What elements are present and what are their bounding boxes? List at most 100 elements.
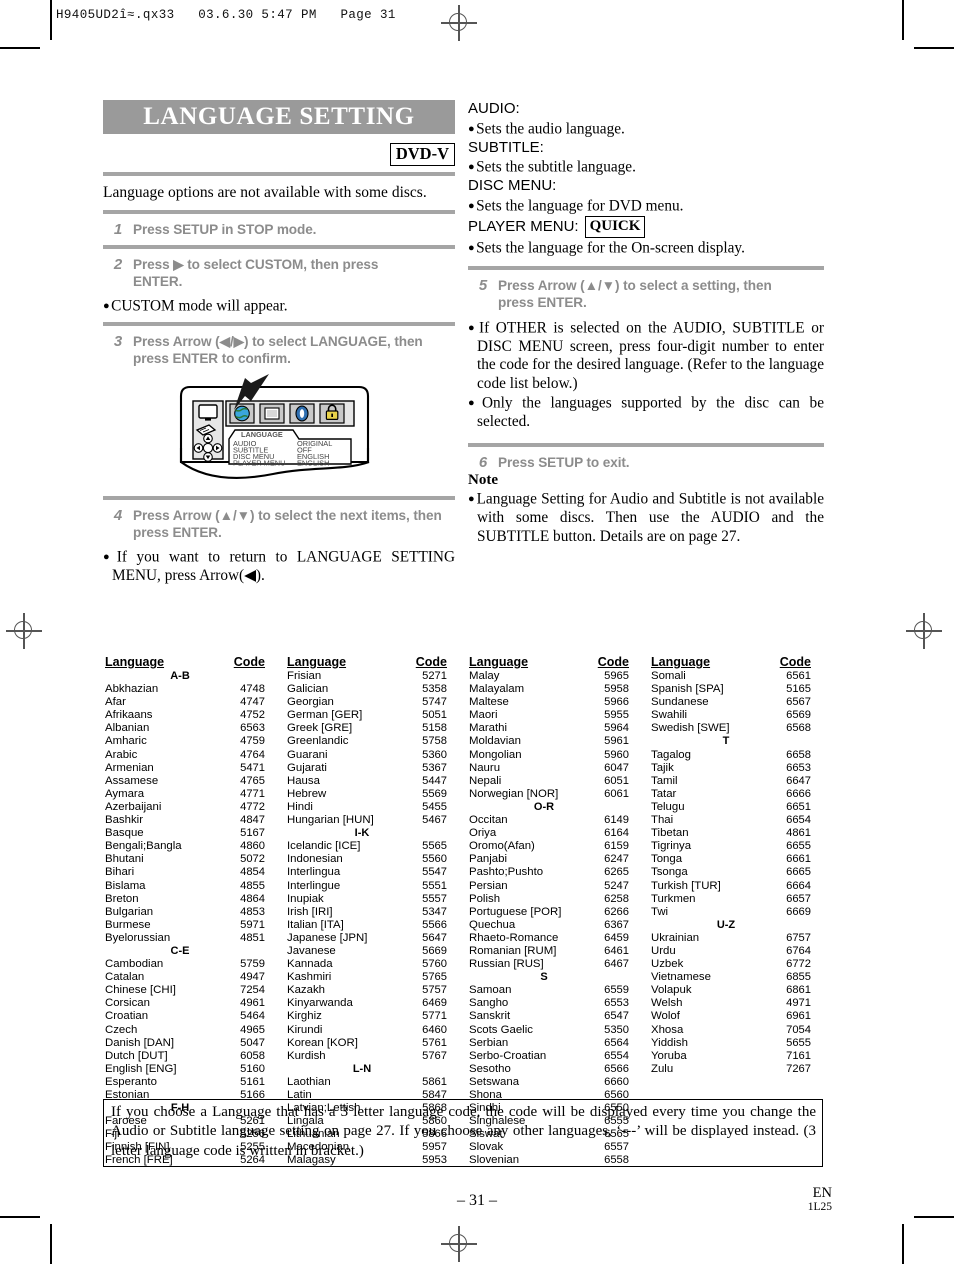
disc-badge-row: DVD-V [103,143,455,166]
code-row: Wolof 6961 [649,1010,831,1023]
note-body: ●Language Setting for Audio and Subtitle… [468,490,824,546]
code-row: Gujarati 5367 [285,762,467,775]
language-code: 5455 [422,800,447,813]
step-text: Press ▶ to select CUSTOM, then press ENT… [133,256,379,290]
footer-region: EN [812,1185,832,1201]
language-code: 5360 [422,748,447,761]
language-name: Portuguese [POR] [469,905,562,918]
code-row: Russian [RUS] 6467 [467,958,649,971]
code-row: Afrikaans 4752 [103,709,285,722]
crop-mark-bottom-left-horizontal [0,1216,40,1218]
code-row: Kirghiz 5771 [285,1010,467,1023]
language-name: Moldavian [469,735,521,748]
language-name: Samoan [469,984,512,997]
code-row: Scots Gaelic 5350 [467,1024,649,1037]
language-name: Breton [105,892,139,905]
language-code: 6547 [604,1010,629,1023]
language-name: Mongolian [469,748,522,761]
language-code: 6757 [786,931,811,944]
language-name: Sangho [469,997,509,1010]
language-name: Basque [105,827,144,840]
language-name: Kannada [287,958,333,971]
code-row: Czech 4965 [103,1024,285,1037]
language-code: 5358 [422,683,447,696]
code-row: Aymara 4771 [103,788,285,801]
language-name: Xhosa [651,1023,684,1036]
language-name: Ukrainian [651,931,700,944]
bullet-dot-icon: ● [468,161,475,173]
crop-mark-top-left-vertical [50,0,52,40]
language-code: 4861 [786,827,811,840]
language-code: 6461 [604,944,629,957]
language-name: Kirghiz [287,1010,322,1023]
language-name: Laothian [287,1075,331,1088]
step-number: 5 [478,276,488,294]
bullet-dot-icon: ● [103,550,116,563]
language-name: Tatar [651,787,677,800]
code-row: Occitan 6149 [467,814,649,827]
code-row: Turkish [TUR] 6664 [649,880,831,893]
section-title-band: LANGUAGE SETTING [103,100,455,134]
language-code: 4855 [240,879,265,892]
code-row: Tagalog 6658 [649,749,831,762]
code-row: Volapuk 6861 [649,984,831,997]
code-row: Basque 5167 [103,827,285,840]
code-row: Turkmen 6657 [649,893,831,906]
language-code-column-4: Language Code Somali 6561 Spanish [SPA] 5165 S… [649,655,831,1168]
osd-diagram: LANGUAGE AUDIO SUBTITLE DISC MENU PLAYER… [103,373,455,494]
divider-bar [103,172,455,176]
language-name: Kashmiri [287,971,332,984]
code-row: Malayalam 5958 [467,683,649,696]
language-code: 4961 [240,997,265,1010]
code-row: Xhosa 7054 [649,1024,831,1037]
language-code: 6563 [240,722,265,735]
lock-icon [319,402,345,424]
language-code: 6657 [786,892,811,905]
language-name: Romanian [RUM] [469,944,557,957]
code-row: Interlingue 5551 [285,880,467,893]
language-code: 4851 [240,931,265,944]
language-name: Afar [105,696,126,709]
language-name: Scots Gaelic [469,1023,533,1036]
language-name: Wolof [651,1010,680,1023]
language-code: 6149 [604,814,629,827]
language-name: Bashkir [105,814,143,827]
code-row: Georgian 5747 [285,696,467,709]
code-row: Nauru 6047 [467,762,649,775]
code-row: Tibetan 4861 [649,827,831,840]
code-column-header: Language Code [103,655,285,669]
language-name: Tagalog [651,748,691,761]
code-row: Greek [GRE] 5158 [285,722,467,735]
language-code: 6665 [786,866,811,879]
language-code: 6460 [422,1023,447,1036]
language-name: Somali [651,670,686,682]
code-row: Kashmiri 5765 [285,971,467,984]
language-code: 4853 [240,905,265,918]
language-name: Marathi [469,722,507,735]
language-name: Afrikaans [105,709,153,722]
language-code: 6164 [604,827,629,840]
language-code: 4772 [240,800,265,813]
step-text: Press Arrow (▲/▼) to select a setting, t… [498,277,772,311]
language-name: Croatian [105,1010,149,1023]
language-name: Volapuk [651,984,692,997]
language-name: Panjabi [469,853,507,866]
code-row: Dutch [DUT] 6058 [103,1050,285,1063]
language-name: Kirundi [287,1023,323,1036]
code-row: Galician 5358 [285,683,467,696]
code-row: Danish [DAN] 5047 [103,1037,285,1050]
bullet-dot-icon: ● [103,299,110,312]
language-name: Albanian [105,722,150,735]
step-2-note: ●CUSTOM mode will appear. [103,297,455,316]
header-language: Language [105,655,165,669]
setting-subtitle-label: SUBTITLE: [468,138,544,156]
language-code: 7267 [786,1062,811,1075]
setting-subtitle-desc: ●Sets the subtitle language. [468,158,824,177]
language-name: Bengali;Bangla [105,840,182,853]
language-name: Thai [651,814,674,827]
language-code: 6266 [604,905,629,918]
language-name: Tonga [651,853,683,866]
crop-mark-bottom-right-horizontal [914,1216,954,1218]
language-name: Persian [469,879,508,892]
bullet-dot-icon: ● [468,122,475,135]
